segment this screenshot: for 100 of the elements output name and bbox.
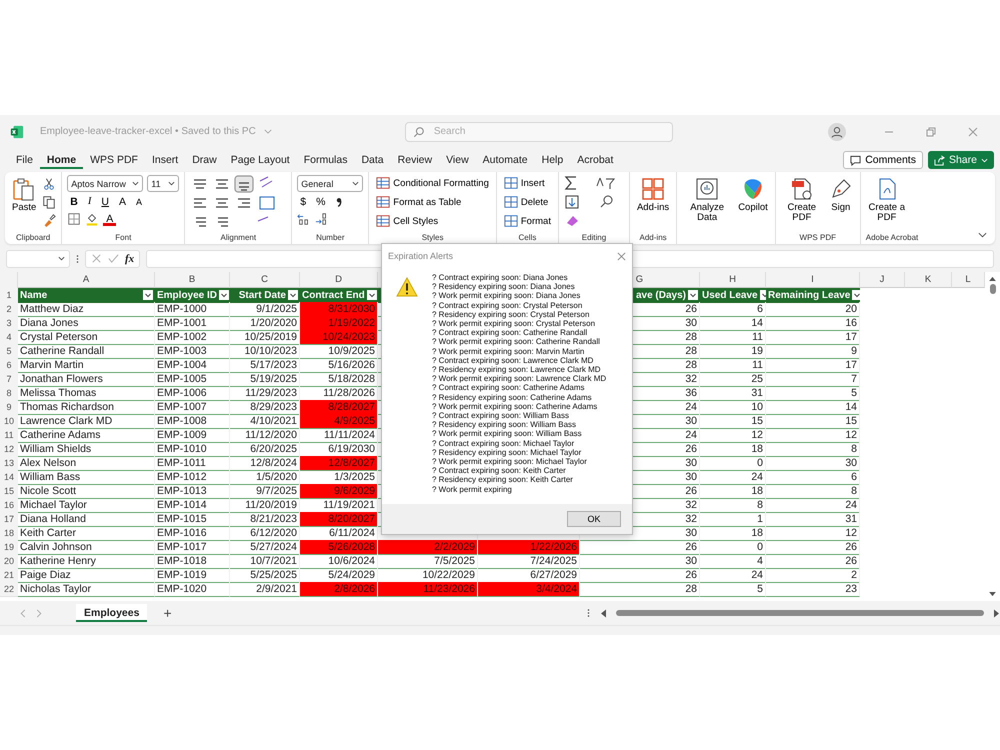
table-header: Name — [20, 290, 48, 300]
group-label: Styles — [420, 232, 444, 244]
group-label: Clipboard — [15, 232, 52, 244]
table-cell: EMP-1017 — [157, 541, 207, 553]
alert-message: ? Work permit expiring soon: Lawrence Clark MD — [432, 374, 606, 384]
table-cell: 6/20/2025 — [250, 443, 297, 455]
table-cell: 10/10/2023 — [244, 345, 297, 357]
table-cell: EMP-1014 — [157, 499, 207, 511]
table-cell: 12/8/2027 — [328, 457, 375, 469]
table-cell: 28 — [685, 583, 697, 595]
alert-message: ? Residency expiring soon: Lawrence Clark MD — [432, 365, 602, 374]
table-cell: 5/24/2029 — [328, 569, 375, 581]
group-label: Adobe Acrobat — [866, 232, 918, 244]
table-cell: 5/25/2025 — [250, 569, 297, 581]
table-cell: 12 — [845, 527, 857, 539]
table-cell: 26 — [685, 485, 697, 497]
table-cell: Paige Diaz — [20, 569, 71, 581]
table-cell: Jonathan Flowers — [20, 373, 103, 385]
table-cell: 1/22/2026 — [530, 541, 577, 553]
table-header: Contract End — [302, 290, 365, 300]
table-cell: 1/19/2022 — [328, 317, 375, 329]
table-cell: 11/11/2024 — [324, 429, 375, 441]
table-cell: Calvin Johnson — [20, 541, 92, 553]
table-cell: 3/4/2024 — [536, 583, 577, 595]
table-cell: 12 — [751, 429, 763, 441]
group-label: Font — [114, 232, 132, 244]
table-cell: 12 — [845, 429, 857, 441]
table-cell: Nicholas Taylor — [20, 583, 92, 595]
table-cell: 2/8/2026 — [334, 583, 375, 595]
table-cell: 32 — [685, 373, 697, 385]
table-cell: EMP-1013 — [157, 485, 207, 497]
table-cell: 15 — [751, 415, 763, 427]
alert-message: ? Contract expiring soon: Crystal Peterson — [432, 300, 584, 310]
table-cell: 24 — [751, 471, 763, 483]
alert-message: ? Work permit expiring soon: Diana Jones — [432, 291, 582, 301]
group-label: Number — [315, 232, 346, 244]
group-label: Cells — [518, 232, 538, 244]
table-cell: EMP-1007 — [157, 401, 207, 413]
table-cell: 10/25/2019 — [244, 331, 297, 343]
table-cell: 9/6/2029 — [334, 485, 375, 497]
table-cell: 18 — [751, 527, 763, 539]
alert-message: ? Contract expiring soon: Keith Carter — [432, 466, 566, 476]
table-cell: 31 — [751, 387, 763, 399]
table-cell: 4 — [757, 555, 763, 567]
table-cell: 19 — [751, 345, 763, 357]
table-cell: EMP-1018 — [157, 555, 207, 567]
table-header: Used Leave — [702, 290, 758, 300]
table-cell: 28 — [685, 359, 697, 371]
table-cell: EMP-1008 — [157, 415, 207, 427]
table-cell: 11/19/2021 — [323, 499, 375, 511]
table-cell: 2/9/2021 — [256, 583, 297, 595]
table-cell: Crystal Peterson — [20, 331, 98, 343]
table-cell: EMP-1005 — [157, 373, 207, 385]
table-cell: William Bass — [20, 471, 80, 483]
table-cell: 26 — [685, 541, 697, 553]
table-cell: 6/19/2030 — [328, 443, 375, 455]
table-cell: 28 — [685, 331, 697, 343]
table-header: ave (Days) — [634, 290, 686, 300]
table-cell: 20 — [845, 303, 857, 315]
alert-message: ? Contract expiring soon: Lawrence Clark MD — [432, 356, 594, 366]
group-label: Alignment — [220, 232, 258, 244]
table-cell: 24 — [685, 429, 697, 441]
table-cell: 6/27/2029 — [530, 569, 577, 581]
table-cell: EMP-1001 — [157, 317, 207, 329]
table-cell: 30 — [685, 555, 697, 567]
alert-message: ? Residency expiring soon: William Bass — [432, 420, 578, 430]
table-cell: 24 — [751, 569, 763, 581]
table-cell: 8/31/2030 — [328, 303, 375, 315]
table-cell: 25 — [751, 373, 763, 385]
table-cell: 8 — [851, 443, 857, 455]
table-cell: 10/24/2023 — [322, 331, 375, 343]
table-cell: 6/12/2020 — [250, 527, 297, 539]
table-cell: 26 — [845, 541, 857, 553]
table-cell: 8/20/2027 — [328, 513, 375, 525]
table-cell: Alex Nelson — [20, 457, 76, 469]
table-cell: 11/20/2019 — [245, 499, 297, 511]
table-cell: 8 — [851, 485, 857, 497]
dialog-title: Expiration Alerts — [388, 251, 454, 261]
table-cell: 10 — [751, 401, 763, 413]
table-cell: 11 — [752, 359, 763, 371]
table-cell: 26 — [845, 555, 857, 567]
table-cell: 5/27/2024 — [250, 541, 297, 553]
table-cell: 2 — [851, 569, 857, 581]
table-cell: 10/22/2029 — [422, 569, 475, 581]
alert-message: ? Contract expiring soon: Diana Jones — [432, 273, 569, 282]
table-cell: William Shields — [20, 443, 92, 455]
table-cell: 8 — [757, 499, 763, 511]
table-cell: Michael Taylor — [20, 499, 87, 511]
table-cell: 24 — [845, 499, 857, 511]
table-cell: EMP-1020 — [157, 583, 207, 595]
table-cell: 7/24/2025 — [530, 555, 577, 567]
table-cell: 5 — [757, 583, 763, 595]
table-cell: 11/23/2026 — [423, 583, 475, 595]
table-cell: 1/3/2025 — [334, 471, 375, 483]
table-cell: Diana Holland — [20, 513, 86, 525]
group-label: Editing — [580, 232, 608, 244]
table-cell: 9/7/2025 — [256, 485, 297, 497]
table-cell: 26 — [685, 443, 697, 455]
table-cell: 5/18/2028 — [328, 373, 375, 385]
table-cell: Melissa Thomas — [20, 387, 96, 399]
